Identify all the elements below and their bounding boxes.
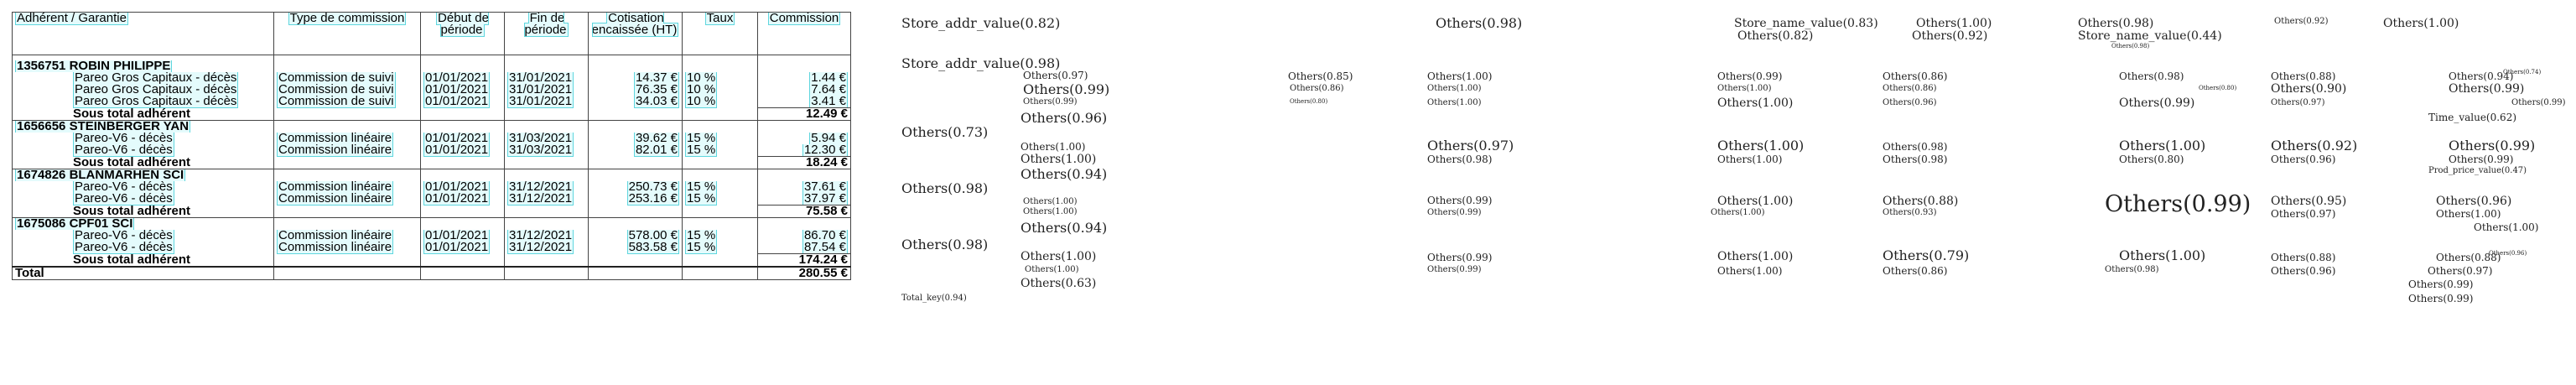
annotation-label: Others(1.00) — [1021, 141, 1086, 153]
annotation-label: Others(1.00) — [1427, 98, 1482, 107]
annotation-label: Others(0.86) — [1290, 84, 1344, 93]
annotation-label: Others(0.98) — [2111, 43, 2150, 49]
annotation-label: Others(1.00) — [2383, 17, 2459, 30]
annotation-label: Others(1.00) — [2436, 208, 2501, 220]
annotation-label: Others(0.99) — [2449, 138, 2536, 153]
annotation-label: Others(0.99) — [2105, 191, 2251, 217]
annotation-label: Others(1.00) — [1916, 17, 1992, 30]
annotation-label: Others(0.98) — [901, 237, 989, 252]
annotation-label: Others(0.99) — [1427, 208, 1482, 217]
annotation-label: Others(1.00) — [1021, 250, 1097, 263]
annotation-label: Prod_price_value(0.47) — [2428, 166, 2527, 175]
annotation-label: Others(0.98) — [2105, 265, 2159, 274]
annotation-label: Others(0.96) — [1021, 110, 1108, 126]
annotation-label: Others(1.00) — [1717, 250, 1794, 263]
annotation-label: Others(0.88) — [1883, 195, 1959, 208]
annotation-label: Others(0.99) — [1023, 81, 1110, 97]
annotation-label: Others(1.00) — [2119, 247, 2206, 263]
annotation-label: Others(1.00) — [1427, 70, 1493, 82]
annotation-label: Others(0.99) — [1717, 70, 1783, 82]
annotation-label: Others(0.79) — [1883, 247, 1970, 263]
annotation-label: Others(1.00) — [1021, 153, 1097, 166]
annotation-label: Others(0.82) — [1737, 29, 1814, 43]
annotation-label: Others(1.00) — [2474, 221, 2539, 233]
annotation-label: Others(0.99) — [1427, 195, 1493, 206]
annotation-label: Others(1.00) — [2119, 138, 2206, 153]
annotation-label: Others(0.86) — [1883, 70, 1948, 82]
annotation-label: Others(0.74) — [2503, 69, 2542, 75]
annotation-label: Others(1.00) — [1717, 195, 1794, 208]
annotation-label: Others(0.93) — [1883, 208, 1937, 217]
annotation-label: Others(0.97) — [2271, 98, 2325, 107]
annotation-label: Others(0.97) — [1023, 70, 1088, 81]
annotation-label: Others(0.97) — [2271, 208, 2336, 220]
annotation-label: Others(0.98) — [2078, 17, 2154, 30]
annotation-label: Others(0.98) — [1427, 153, 1493, 165]
annotation-label: Others(1.00) — [1025, 265, 1079, 274]
annotation-label: Store_addr_value(0.82) — [901, 15, 1061, 31]
annotation-label: Others(0.99) — [2408, 278, 2474, 290]
annotation-label: Others(0.97) — [2428, 265, 2493, 277]
annotation-label: Others(0.90) — [2271, 82, 2347, 96]
annotation-label: Others(1.00) — [1717, 84, 1772, 93]
annotation-label: Others(0.96) — [2271, 265, 2336, 277]
annotation-label: Store_name_value(0.44) — [2078, 29, 2222, 43]
annotation-label: Others(0.98) — [1883, 141, 1948, 153]
annotation-label: Others(0.97) — [1427, 138, 1514, 153]
annotation-label: Others(1.00) — [1717, 96, 1794, 110]
annotation-label: Others(1.00) — [1711, 208, 1765, 217]
annotation-label: Others(0.85) — [1288, 70, 1353, 82]
annotation-label: Store_name_value(0.83) — [1734, 17, 1878, 30]
annotation-label: Others(0.86) — [1883, 84, 1937, 93]
annotation-label: Others(0.96) — [2489, 250, 2527, 257]
annotation-label: Others(0.95) — [2271, 195, 2347, 208]
annotation-label: Others(0.99) — [1427, 265, 1482, 274]
annotation-label: Others(1.00) — [1717, 265, 1783, 277]
annotation-label: Others(1.00) — [1427, 84, 1482, 93]
annotation-label: Others(0.99) — [2119, 96, 2195, 110]
annotation-label: Others(1.00) — [1717, 153, 1783, 165]
annotation-label: Others(0.94) — [1021, 220, 1108, 236]
annotation-label: Others(0.80) — [2199, 85, 2237, 91]
annotation-label: Others(0.94) — [1021, 166, 1108, 182]
annotation-label: Others(0.92) — [1912, 29, 1988, 43]
annotation-label: Time_value(0.62) — [2428, 112, 2517, 123]
annotation-label: Others(0.86) — [1883, 265, 1948, 277]
annotation-label: Others(0.99) — [1427, 252, 1493, 263]
annotation-label: Others(0.63) — [1021, 277, 1097, 290]
annotation-label: Others(0.80) — [2119, 153, 2184, 165]
annotation-label: Others(0.99) — [2511, 98, 2566, 107]
annotation-label: Others(0.99) — [2408, 293, 2474, 304]
annotation-overlay: Store_addr_value(0.82) Others(0.98) Stor… — [0, 0, 2576, 385]
annotation-label: Others(0.98) — [901, 180, 989, 196]
annotation-label: Others(0.98) — [1436, 15, 1523, 31]
annotation-label: Others(0.96) — [2436, 195, 2512, 208]
annotation-label: Others(0.92) — [2271, 138, 2358, 153]
annotation-label: Others(0.99) — [2449, 82, 2525, 96]
annotation-label: Others(0.73) — [901, 124, 989, 140]
annotation-label: Others(0.99) — [1023, 97, 1078, 107]
annotation-label: Others(0.80) — [1290, 98, 1328, 105]
annotation-label: Others(0.96) — [1883, 98, 1937, 107]
annotation-label: Others(0.88) — [2271, 252, 2336, 263]
annotation-label: Others(1.00) — [1023, 197, 1078, 206]
annotation-label: Others(0.92) — [2274, 17, 2329, 26]
annotation-label: Others(0.88) — [2271, 70, 2336, 82]
annotation-label: Others(1.00) — [1717, 138, 1805, 153]
annotation-label: Others(0.99) — [2449, 153, 2514, 165]
annotation-label: Others(0.96) — [2271, 153, 2336, 165]
annotation-label: Others(0.98) — [2119, 70, 2184, 82]
annotation-label: Others(1.00) — [1023, 207, 1078, 216]
annotation-label: Total_key(0.94) — [901, 294, 967, 303]
annotation-label: Others(0.98) — [1883, 153, 1948, 165]
